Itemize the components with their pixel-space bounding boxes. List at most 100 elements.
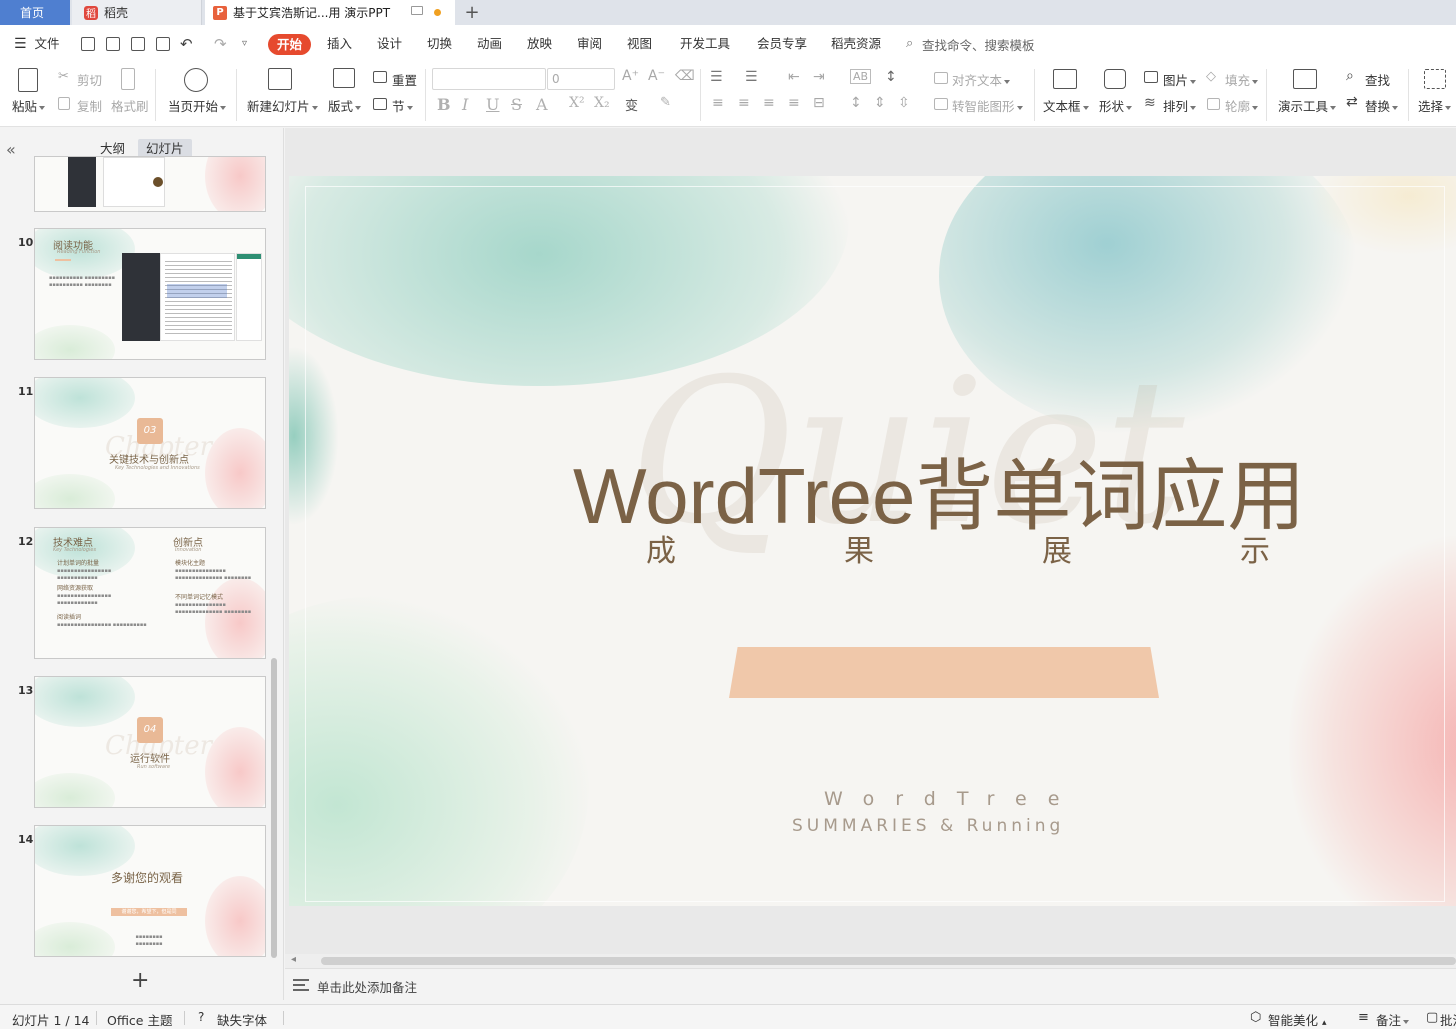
columns-icon[interactable]: ⇳	[898, 95, 910, 111]
bullet-list-icon[interactable]: ☰	[710, 69, 723, 85]
clear-format-icon[interactable]: ⌫	[675, 68, 695, 84]
ppt-file-icon: P	[213, 5, 227, 20]
slide-thumbnail[interactable]: 技术难点 Key Technologies 创新点 Innovation 计划单…	[34, 527, 266, 659]
line-spacing-icon[interactable]: ↕	[850, 95, 862, 111]
replace-button[interactable]: 替换	[1365, 96, 1399, 115]
print-icon[interactable]	[131, 37, 145, 51]
reset-button[interactable]: 重置	[392, 70, 417, 89]
picture-button[interactable]: 图片	[1163, 70, 1197, 89]
font-color-icon[interactable]: A	[536, 95, 548, 114]
add-slide-button[interactable]: +	[131, 968, 149, 993]
presentation-tools-button[interactable]: 演示工具	[1278, 96, 1337, 115]
menu-tab-animation[interactable]: 动画	[477, 35, 502, 53]
superscript-icon[interactable]: X²	[569, 95, 585, 111]
menu-tab-transition[interactable]: 切换	[427, 35, 452, 53]
decrease-font-icon[interactable]: A⁻	[648, 68, 665, 84]
paragraph-spacing-icon[interactable]: ⇕	[874, 95, 886, 111]
notes-toggle-button[interactable]: 备注	[1376, 1010, 1410, 1029]
new-slide-button[interactable]: 新建幻灯片	[247, 96, 318, 115]
customize-qa-icon[interactable]: ▿	[242, 35, 247, 53]
print-preview-icon[interactable]	[156, 37, 170, 51]
panel-scrollbar[interactable]	[271, 658, 277, 958]
notes-placeholder[interactable]: 单击此处添加备注	[317, 977, 417, 996]
new-tab-button[interactable]: +	[462, 0, 482, 25]
scrollbar-thumb[interactable]	[321, 957, 1456, 965]
slide-thumbnail[interactable]: 阅读功能 Reading Function ▪▪▪▪▪▪▪▪▪▪ ▪▪▪▪▪▪▪…	[34, 228, 266, 360]
paste-button[interactable]: 粘贴	[12, 96, 46, 115]
decorative-band[interactable]	[729, 647, 1159, 698]
font-size-select[interactable]: 0	[547, 68, 615, 90]
horizontal-scrollbar[interactable]: ◂	[285, 954, 1456, 968]
slide-brand-line[interactable]: WordTree	[824, 788, 1080, 810]
redo-icon[interactable]: ↷	[214, 35, 227, 53]
section-button[interactable]: 节	[392, 96, 413, 115]
menu-tab-developer[interactable]: 开发工具	[680, 35, 730, 53]
comments-button[interactable]: 批注	[1440, 1010, 1456, 1029]
play-from-current-button[interactable]: 当页开始	[168, 96, 227, 115]
undo-icon[interactable]: ↶	[180, 35, 193, 53]
menu-tab-slideshow[interactable]: 放映	[527, 35, 552, 53]
format-painter-button[interactable]: 格式刷	[111, 96, 149, 115]
decrease-indent-icon[interactable]: ⇤	[788, 69, 800, 85]
numbered-list-icon[interactable]: ☰	[745, 69, 758, 85]
slide-thumbnail[interactable]: Chapter 04 运行软件 Run software	[34, 676, 266, 808]
slide-thumbnail[interactable]: Chapter 03 关键技术与创新点 Key Technologies and…	[34, 377, 266, 509]
menu-tab-daoke-resources[interactable]: 稻壳资源	[831, 35, 881, 53]
outline-button[interactable]: 轮廓	[1225, 96, 1259, 115]
tab-daoke[interactable]: 稻 稻壳	[72, 0, 202, 25]
textbox-button[interactable]: 文本框	[1043, 96, 1089, 115]
find-button[interactable]: 查找	[1365, 70, 1390, 89]
italic-icon[interactable]: I	[462, 95, 468, 114]
strikethrough-icon[interactable]: S	[511, 95, 522, 114]
slide-subtitle[interactable]: 成果展示	[646, 526, 1438, 570]
monitor-icon[interactable]	[411, 6, 423, 15]
increase-font-icon[interactable]: A⁺	[622, 68, 639, 84]
menu-tab-design[interactable]: 设计	[377, 35, 402, 53]
menu-tab-insert[interactable]: 插入	[327, 35, 352, 53]
menu-tab-review[interactable]: 审阅	[577, 35, 602, 53]
current-slide[interactable]: Quiet WordTree背单词应用 成果展示 WordTree SUMMAR…	[289, 176, 1456, 906]
scroll-left-icon[interactable]: ◂	[291, 954, 296, 965]
align-text-button[interactable]: 对齐文本	[952, 70, 1011, 89]
export-pdf-icon[interactable]	[106, 37, 120, 51]
bold-icon[interactable]: B	[437, 95, 451, 114]
tab-document[interactable]: P 基于艾宾浩斯记...用 演示PPT	[205, 0, 455, 25]
menu-tab-view[interactable]: 视图	[627, 35, 652, 53]
unsaved-dot-icon	[434, 9, 441, 16]
sort-icon[interactable]: ↕	[885, 69, 897, 85]
theme-name[interactable]: Office 主题	[107, 1010, 172, 1029]
menu-tab-home[interactable]: 开始	[268, 34, 311, 55]
convert-smartart-button[interactable]: 转智能图形	[952, 96, 1023, 115]
shape-button[interactable]: 形状	[1099, 96, 1133, 115]
highlight-icon[interactable]: ✎	[660, 95, 671, 110]
layout-button[interactable]: 版式	[328, 96, 362, 115]
copy-button[interactable]: 复制	[77, 96, 102, 115]
increase-indent-icon[interactable]: ⇥	[813, 69, 825, 85]
file-menu[interactable]: ☰ 文件	[14, 35, 60, 53]
tab-home[interactable]: 首页	[0, 0, 70, 25]
slide-thumbnail[interactable]	[34, 156, 266, 212]
menu-tab-member[interactable]: 会员专享	[757, 35, 807, 53]
smart-beautify-button[interactable]: 智能美化 ▴	[1268, 1010, 1327, 1029]
select-button[interactable]: 选择	[1418, 96, 1452, 115]
underline-icon[interactable]: U	[486, 95, 499, 114]
arrange-button[interactable]: 排列	[1163, 96, 1197, 115]
command-search-input[interactable]: 查找命令、搜索模板	[922, 35, 1035, 54]
phonetic-icon[interactable]: 变	[625, 95, 638, 114]
font-name-select[interactable]	[432, 68, 546, 90]
text-direction-icon[interactable]: AB	[850, 69, 872, 84]
missing-font-button[interactable]: 缺失字体	[217, 1010, 267, 1029]
distribute-icon[interactable]: ⊟	[813, 95, 825, 111]
collapse-panel-icon[interactable]: «	[6, 140, 16, 159]
align-right-icon[interactable]: ≡	[763, 95, 775, 111]
save-icon[interactable]	[81, 37, 95, 51]
notes-pane[interactable]: 单击此处添加备注	[285, 968, 1456, 1000]
cut-button[interactable]: 剪切	[77, 70, 102, 89]
fill-button[interactable]: 填充	[1225, 70, 1259, 89]
justify-icon[interactable]: ≡	[788, 95, 800, 111]
subscript-icon[interactable]: X₂	[594, 95, 610, 111]
align-left-icon[interactable]: ≡	[712, 95, 724, 111]
slide-thumbnail[interactable]: 多谢您的观看 谢谢您，希望下，但是同 ▪▪▪▪▪▪▪▪ ▪▪▪▪▪▪▪▪	[34, 825, 266, 957]
align-center-icon[interactable]: ≡	[738, 95, 750, 111]
slide-tagline[interactable]: SUMMARIES & Running	[792, 816, 1064, 836]
